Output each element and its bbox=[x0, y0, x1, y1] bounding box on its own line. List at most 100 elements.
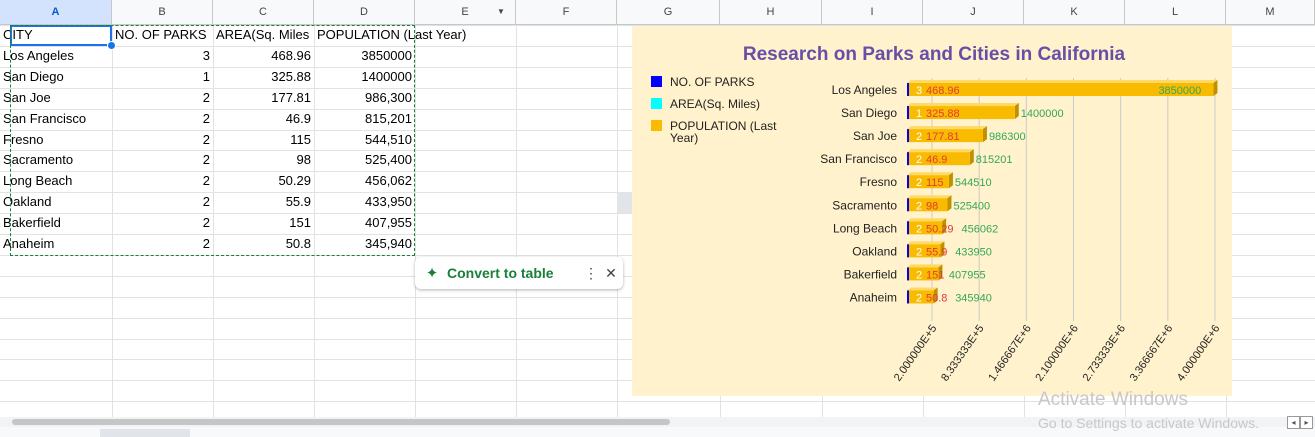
parks-data-label: 3 bbox=[916, 85, 922, 97]
bar-top-face bbox=[907, 264, 943, 268]
bar-top-face bbox=[907, 172, 953, 176]
column-header-row: A B C D E F G H I J K L M ▼ bbox=[0, 0, 1315, 25]
legend-label: Year) bbox=[670, 131, 698, 145]
y-category-label: San Diego bbox=[841, 106, 897, 120]
y-category-label: Sacramento bbox=[832, 198, 897, 212]
column-gridline bbox=[415, 25, 416, 417]
parks-bar bbox=[907, 106, 909, 120]
parks-bar bbox=[907, 83, 909, 96]
parks-data-label: 2 bbox=[916, 154, 922, 166]
bar-top-face bbox=[907, 218, 947, 222]
convert-to-table-button[interactable]: Convert to table bbox=[447, 265, 583, 281]
column-header-b[interactable]: B bbox=[112, 0, 213, 24]
parks-data-label: 2 bbox=[916, 131, 922, 143]
parks-data-label: 1 bbox=[916, 108, 922, 120]
y-category-label: San Joe bbox=[853, 129, 897, 143]
parks-data-label: 2 bbox=[916, 200, 922, 212]
convert-to-table-chip[interactable]: ✦ Convert to table ⋮ ✕ bbox=[415, 257, 623, 289]
population-data-label: 407955 bbox=[949, 269, 986, 281]
y-category-label: Long Beach bbox=[833, 221, 897, 235]
active-sheet-tab[interactable] bbox=[100, 429, 190, 437]
population-data-label: 815201 bbox=[976, 154, 1013, 166]
area-data-label: 55.9 bbox=[926, 246, 947, 258]
chart[interactable]: Research on Parks and Cities in Californ… bbox=[632, 26, 1232, 396]
y-category-label: Anaheim bbox=[850, 290, 897, 304]
copy-selection-border bbox=[10, 25, 415, 256]
sparkle-icon: ✦ bbox=[425, 265, 439, 282]
column-gridline bbox=[516, 25, 517, 417]
column-gridline bbox=[617, 25, 618, 417]
column-dropdown-icon[interactable]: ▼ bbox=[493, 0, 509, 24]
bar-top-face bbox=[907, 195, 952, 199]
scroll-left-icon[interactable]: ◂ bbox=[1287, 416, 1300, 429]
bar-top-face bbox=[907, 241, 945, 245]
y-category-label: Fresno bbox=[860, 175, 898, 189]
column-header-j[interactable]: J bbox=[923, 0, 1024, 24]
population-data-label: 433950 bbox=[955, 246, 992, 258]
population-data-label: 345940 bbox=[955, 292, 992, 304]
area-data-label: 115 bbox=[926, 177, 944, 189]
chart-svg: Research on Parks and Cities in Californ… bbox=[651, 44, 1223, 384]
x-tick-label: 2.100000E+6 bbox=[1033, 323, 1081, 384]
x-tick-label: 8.333333E+5 bbox=[939, 323, 987, 384]
parks-bar bbox=[907, 198, 909, 212]
column-header-d[interactable]: D bbox=[314, 0, 415, 24]
chart-title: Research on Parks and Cities in Californ… bbox=[743, 44, 1126, 65]
column-header-f[interactable]: F bbox=[516, 0, 617, 24]
close-icon[interactable]: ✕ bbox=[599, 265, 623, 282]
area-data-label: 50.29 bbox=[926, 223, 954, 235]
parks-bar bbox=[907, 129, 909, 143]
parks-data-label: 2 bbox=[916, 177, 922, 189]
bar-top-face bbox=[907, 287, 938, 291]
area-data-label: 46.9 bbox=[926, 154, 947, 166]
x-tick-label: 1.466667E+6 bbox=[986, 323, 1034, 384]
area-data-label: 325.88 bbox=[926, 108, 960, 120]
population-data-label: 3850000 bbox=[1158, 85, 1201, 97]
legend-label: AREA(Sq. Miles) bbox=[670, 97, 760, 111]
y-category-label: Bakerfield bbox=[844, 267, 897, 281]
bar-top-face bbox=[907, 103, 1019, 107]
x-tick-label: 3.366667E+6 bbox=[1128, 323, 1176, 384]
parks-data-label: 2 bbox=[916, 292, 922, 304]
column-header-g[interactable]: G bbox=[617, 0, 720, 24]
activate-windows-subtext: Go to Settings to activate Windows. bbox=[1038, 415, 1259, 431]
column-header-m[interactable]: M bbox=[1226, 0, 1315, 24]
more-options-icon[interactable]: ⋮ bbox=[583, 265, 599, 282]
area-data-label: 98 bbox=[926, 200, 938, 212]
legend-swatch bbox=[651, 98, 662, 109]
x-tick-label: 2.000000E+5 bbox=[892, 323, 940, 384]
y-category-label: Oakland bbox=[852, 244, 897, 258]
bar-top-face bbox=[907, 149, 974, 153]
parks-data-label: 2 bbox=[916, 223, 922, 235]
parks-bar bbox=[907, 244, 909, 258]
population-data-label: 525400 bbox=[953, 200, 990, 212]
area-data-label: 468.96 bbox=[926, 85, 960, 97]
population-data-label: 456062 bbox=[962, 223, 999, 235]
parks-bar bbox=[907, 221, 909, 235]
legend-swatch bbox=[651, 120, 662, 131]
column-header-h[interactable]: H bbox=[720, 0, 822, 24]
y-category-label: Los Angeles bbox=[832, 83, 897, 97]
column-header-a[interactable]: A bbox=[0, 0, 112, 24]
y-category-label: San Francisco bbox=[820, 152, 897, 166]
population-data-label: 544510 bbox=[955, 177, 992, 189]
column-header-c[interactable]: C bbox=[213, 0, 314, 24]
population-data-label: 1400000 bbox=[1021, 108, 1064, 120]
parks-bar bbox=[907, 175, 909, 189]
area-data-label: 151 bbox=[926, 269, 944, 281]
area-data-label: 50.8 bbox=[926, 292, 947, 304]
bar-top-face bbox=[907, 80, 1218, 83]
population-bar bbox=[907, 106, 1015, 120]
column-header-l[interactable]: L bbox=[1125, 0, 1226, 24]
area-data-label: 177.81 bbox=[926, 131, 960, 143]
scroll-right-icon[interactable]: ▸ bbox=[1300, 416, 1313, 429]
x-tick-label: 2.733333E+6 bbox=[1081, 323, 1129, 384]
column-header-k[interactable]: K bbox=[1024, 0, 1125, 24]
scrollbar-thumb[interactable] bbox=[12, 419, 670, 425]
parks-data-label: 2 bbox=[916, 269, 922, 281]
parks-bar bbox=[907, 267, 909, 281]
column-header-i[interactable]: I bbox=[822, 0, 923, 24]
activate-windows-watermark: Activate Windows bbox=[1038, 389, 1188, 410]
legend-swatch bbox=[651, 76, 662, 87]
x-tick-label: 4.000000E+6 bbox=[1175, 323, 1223, 384]
